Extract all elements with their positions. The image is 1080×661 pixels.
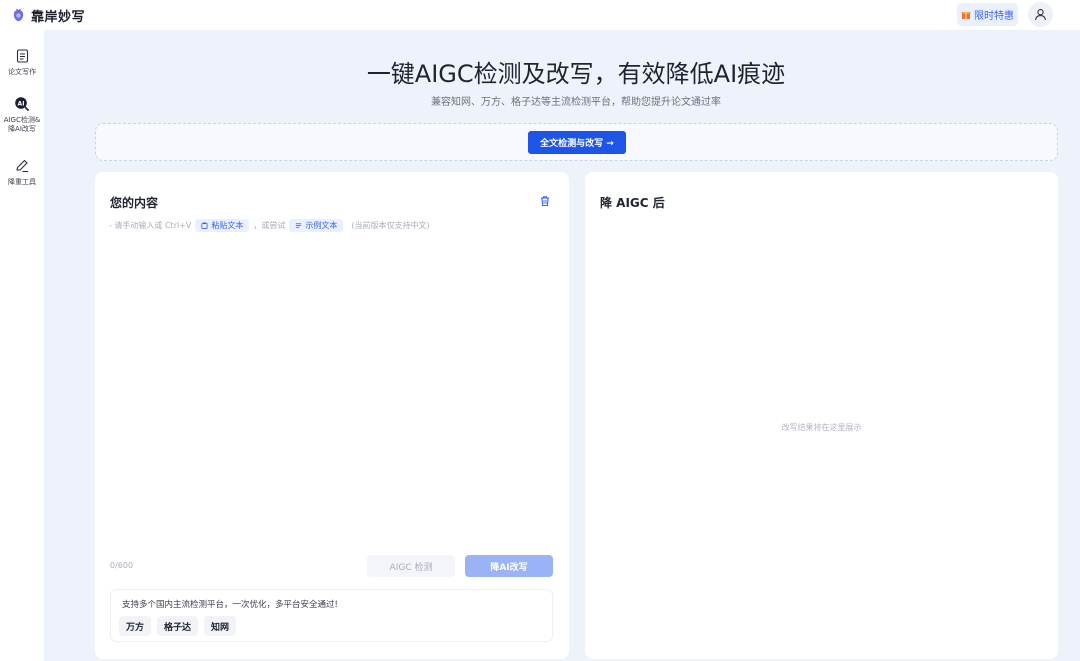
sidebar-item-label: AIGC检测& 降AI改写 xyxy=(4,116,41,134)
trash-icon[interactable] xyxy=(539,195,551,207)
output-placeholder: 改写结果将在这里展示 xyxy=(781,423,862,432)
input-panel-title: 您的内容 xyxy=(110,196,159,210)
list-icon xyxy=(296,223,302,228)
platform-support-box: 支持多个国内主流检测平台，一次优化，多平台安全通过! 万方 格子达 知网 xyxy=(110,589,553,642)
clipboard-icon xyxy=(201,222,208,229)
promo-label: 限时特惠 xyxy=(974,11,1014,22)
sidebar-item-reduce-tool[interactable]: 降重工具 xyxy=(0,158,44,187)
paste-text-label: 粘贴文本 xyxy=(211,221,244,230)
input-hint: - 请手动输入或 Ctrl+V 粘贴文本 ，或尝试 示例文本 (当前版本仅支持中… xyxy=(109,219,430,232)
top-bar: 靠岸妙写 限时特惠 xyxy=(0,0,1080,30)
user-avatar[interactable] xyxy=(1028,2,1053,27)
pen-icon xyxy=(14,158,30,174)
sidebar-item-label-line1: AIGC检测& xyxy=(3,116,41,124)
output-panel: 降 AIGC 后 改写结果将在这里展示 xyxy=(585,172,1058,659)
user-icon xyxy=(1034,9,1047,21)
full-check-button[interactable]: 全文检测与改写 → xyxy=(528,131,626,154)
char-count: 0/600 xyxy=(110,561,134,570)
gift-icon xyxy=(961,11,971,19)
sidebar-item-label-line2: 降AI改写 xyxy=(8,125,36,133)
output-panel-title: 降 AIGC 后 xyxy=(600,196,665,210)
page-title: 一键AIGC检测及改写，有效降低AI痕迹 xyxy=(366,60,786,88)
hint-middle: ，或尝试 xyxy=(253,221,286,230)
hint-prefix: - 请手动输入或 Ctrl+V xyxy=(109,221,192,230)
platform-tag-gezida: 格子达 xyxy=(157,616,199,636)
platform-tag-wanfang: 万方 xyxy=(119,616,152,636)
sidebar: 论文写作 AI AIGC检测& 降AI改写 降重工具 xyxy=(0,30,44,661)
input-panel: 您的内容 - 请手动输入或 Ctrl+V 粘贴文本 ，或尝试 示例文本 (当前版… xyxy=(95,172,569,659)
hint-suffix: (当前版本仅支持中文) xyxy=(351,221,430,230)
example-text-label: 示例文本 xyxy=(305,221,338,230)
brand-name: 靠岸妙写 xyxy=(31,9,86,25)
sidebar-item-label: 降重工具 xyxy=(8,178,36,186)
platform-tag-cnki: 知网 xyxy=(204,616,237,636)
ai-rewrite-button[interactable]: 降AI改写 xyxy=(465,555,553,577)
brand[interactable]: 靠岸妙写 xyxy=(11,6,85,25)
page-subtitle: 兼容知网、万方、格子达等主流检测平台，帮助您提升论文通过率 xyxy=(431,97,721,108)
brand-logo-icon xyxy=(13,8,24,21)
paste-text-button[interactable]: 粘贴文本 xyxy=(195,219,250,232)
platform-list: 万方 格子达 知网 xyxy=(119,616,242,636)
platform-support-text: 支持多个国内主流检测平台，一次优化，多平台安全通过! xyxy=(122,600,338,610)
example-text-button[interactable]: 示例文本 xyxy=(289,219,344,232)
aigc-detect-button[interactable]: AIGC 检测 xyxy=(367,555,455,577)
promo-button[interactable]: 限时特惠 xyxy=(957,3,1018,26)
